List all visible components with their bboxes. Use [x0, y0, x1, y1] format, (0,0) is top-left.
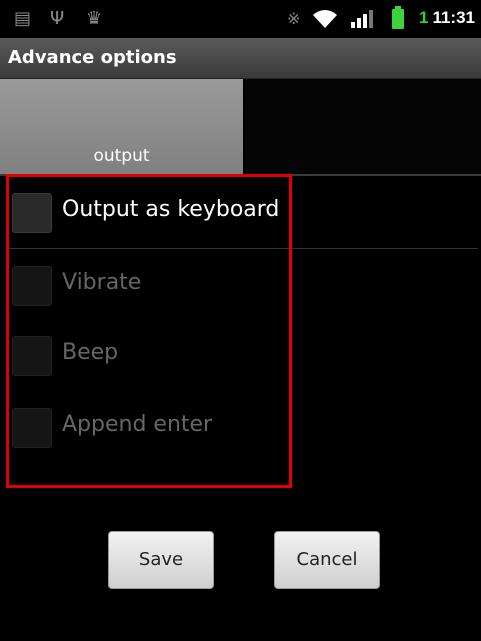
usb-icon: Ψ [50, 8, 65, 29]
signal-icon [350, 10, 376, 32]
save-button[interactable]: Save [108, 531, 214, 589]
title-bar: Advance options [0, 38, 481, 79]
tab-empty[interactable] [245, 79, 481, 174]
highlight-box [6, 174, 292, 488]
screenshot-icon: ▤ [14, 8, 32, 29]
page-title: Advance options [8, 47, 177, 68]
notification-count: 1 [419, 8, 429, 27]
tab-output[interactable]: output [0, 79, 243, 174]
status-bar: ▤ Ψ ♛ ※ 1 11:31 [0, 0, 481, 38]
bluetooth-icon: ※ [287, 9, 301, 28]
tab-output-label: output [93, 146, 150, 166]
battery-icon [392, 6, 404, 29]
android-debug-icon: ♛ [86, 8, 103, 29]
cancel-button[interactable]: Cancel [274, 531, 380, 589]
clock: 11:31 [432, 8, 475, 27]
wifi-icon [312, 9, 338, 33]
tab-bar: output [0, 79, 481, 174]
